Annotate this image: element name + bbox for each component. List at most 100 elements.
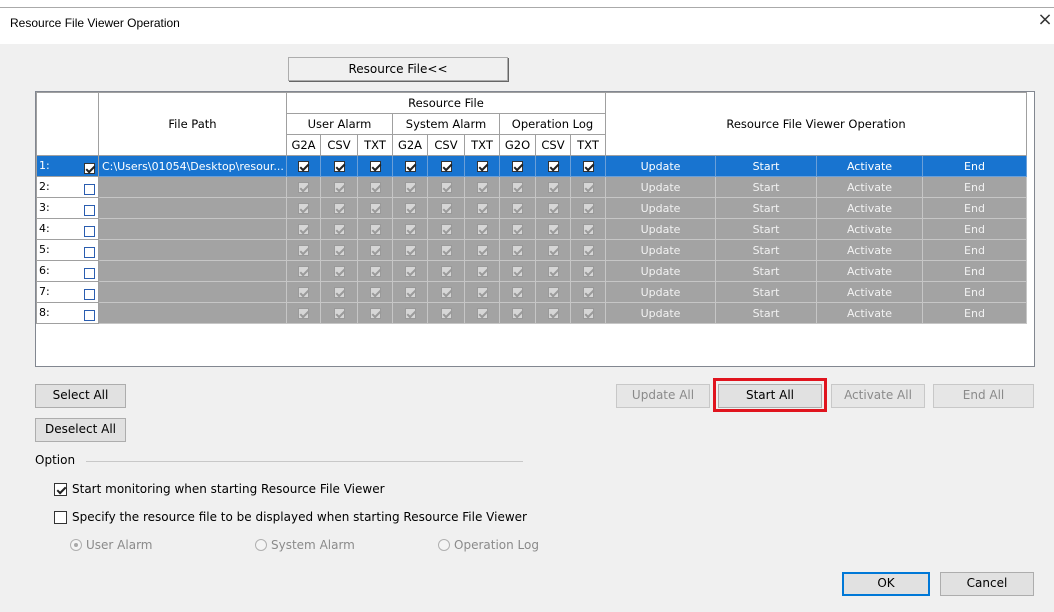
format-checkbox-checked-icon[interactable] [333, 287, 345, 298]
format-checkbox-checked-icon[interactable] [440, 287, 452, 298]
format-flag-cell[interactable] [499, 176, 536, 198]
file-path-cell[interactable]: C:\Users\01054\Desktop\resour... [98, 155, 287, 177]
format-flag-cell[interactable] [320, 176, 358, 198]
format-checkbox-checked-icon[interactable] [298, 245, 309, 256]
format-checkbox-checked-icon[interactable] [547, 287, 559, 298]
row-activate-button[interactable]: Activate [816, 281, 923, 303]
format-checkbox-checked-icon[interactable] [369, 266, 381, 277]
format-flag-cell[interactable] [570, 218, 606, 240]
format-checkbox-checked-icon[interactable] [404, 161, 416, 172]
select-all-button[interactable]: Select All [35, 384, 126, 408]
table-row[interactable]: 4: Update Start Activate End [36, 218, 1027, 240]
format-checkbox-checked-icon[interactable] [298, 224, 309, 235]
format-flag-cell[interactable] [464, 197, 500, 219]
format-checkbox-checked-icon[interactable] [547, 182, 559, 193]
row-select-cell[interactable]: 2: [36, 176, 99, 198]
radio-user-alarm[interactable]: User Alarm [70, 538, 152, 552]
format-checkbox-checked-icon[interactable] [440, 245, 452, 256]
format-flag-cell[interactable] [499, 260, 536, 282]
specify-resource-file-checkbox[interactable]: Specify the resource file to be displaye… [54, 510, 527, 524]
row-start-button[interactable]: Start [715, 218, 817, 240]
row-update-button[interactable]: Update [605, 302, 716, 324]
row-start-button[interactable]: Start [715, 239, 817, 261]
row-update-button[interactable]: Update [605, 218, 716, 240]
format-flag-cell[interactable] [286, 281, 321, 303]
deselect-all-button[interactable]: Deselect All [35, 418, 126, 442]
format-checkbox-checked-icon[interactable] [333, 308, 345, 319]
row-select-cell[interactable]: 8: [36, 302, 99, 324]
format-flag-cell[interactable] [286, 176, 321, 198]
format-flag-cell[interactable] [392, 176, 428, 198]
format-flag-cell[interactable] [357, 176, 393, 198]
format-checkbox-checked-icon[interactable] [369, 203, 381, 214]
format-flag-cell[interactable] [499, 281, 536, 303]
format-flag-cell[interactable] [499, 302, 536, 324]
table-row[interactable]: 2: Update Start Activate End [36, 176, 1027, 198]
row-activate-button[interactable]: Activate [816, 218, 923, 240]
row-start-button[interactable]: Start [715, 302, 817, 324]
format-checkbox-checked-icon[interactable] [547, 245, 559, 256]
table-row[interactable]: 5: Update Start Activate End [36, 239, 1027, 261]
row-checkbox-unchecked-icon[interactable] [84, 183, 95, 195]
format-checkbox-checked-icon[interactable] [512, 161, 523, 172]
row-end-button[interactable]: End [922, 302, 1027, 324]
format-flag-cell[interactable] [286, 155, 321, 177]
format-flag-cell[interactable] [357, 239, 393, 261]
row-select-cell[interactable]: 6: [36, 260, 99, 282]
format-flag-cell[interactable] [392, 281, 428, 303]
row-end-button[interactable]: End [922, 281, 1027, 303]
format-flag-cell[interactable] [392, 155, 428, 177]
row-start-button[interactable]: Start [715, 155, 817, 177]
row-start-button[interactable]: Start [715, 281, 817, 303]
file-path-cell[interactable] [98, 281, 287, 303]
format-checkbox-checked-icon[interactable] [476, 161, 488, 172]
format-flag-cell[interactable] [499, 197, 536, 219]
format-checkbox-checked-icon[interactable] [333, 266, 345, 277]
format-checkbox-checked-icon[interactable] [512, 224, 523, 235]
format-checkbox-checked-icon[interactable] [582, 224, 594, 235]
format-flag-cell[interactable] [320, 281, 358, 303]
format-checkbox-checked-icon[interactable] [476, 266, 488, 277]
row-end-button[interactable]: End [922, 260, 1027, 282]
format-checkbox-checked-icon[interactable] [333, 161, 345, 172]
format-flag-cell[interactable] [499, 239, 536, 261]
format-flag-cell[interactable] [392, 302, 428, 324]
format-flag-cell[interactable] [320, 260, 358, 282]
format-flag-cell[interactable] [570, 197, 606, 219]
row-checkbox-unchecked-icon[interactable] [84, 309, 95, 321]
format-checkbox-checked-icon[interactable] [512, 245, 523, 256]
row-select-cell[interactable]: 4: [36, 218, 99, 240]
row-activate-button[interactable]: Activate [816, 155, 923, 177]
format-flag-cell[interactable] [357, 281, 393, 303]
format-checkbox-checked-icon[interactable] [476, 224, 488, 235]
format-checkbox-checked-icon[interactable] [547, 203, 559, 214]
format-flag-cell[interactable] [320, 302, 358, 324]
format-flag-cell[interactable] [286, 260, 321, 282]
file-path-cell[interactable] [98, 218, 287, 240]
format-flag-cell[interactable] [535, 239, 571, 261]
resource-file-toggle-button[interactable]: Resource File<< [288, 57, 508, 81]
cancel-button[interactable]: Cancel [940, 572, 1034, 596]
row-update-button[interactable]: Update [605, 197, 716, 219]
start-all-button[interactable]: Start All [718, 384, 822, 408]
format-flag-cell[interactable] [427, 197, 465, 219]
format-checkbox-checked-icon[interactable] [476, 287, 488, 298]
format-checkbox-checked-icon[interactable] [298, 287, 309, 298]
row-select-cell[interactable]: 1: [36, 155, 99, 177]
file-path-cell[interactable] [98, 176, 287, 198]
format-flag-cell[interactable] [427, 260, 465, 282]
file-path-cell[interactable] [98, 239, 287, 261]
format-flag-cell[interactable] [357, 302, 393, 324]
format-checkbox-checked-icon[interactable] [298, 203, 309, 214]
file-path-cell[interactable] [98, 197, 287, 219]
format-checkbox-checked-icon[interactable] [582, 203, 594, 214]
format-flag-cell[interactable] [320, 155, 358, 177]
format-flag-cell[interactable] [570, 260, 606, 282]
format-checkbox-checked-icon[interactable] [404, 203, 416, 214]
format-flag-cell[interactable] [570, 281, 606, 303]
format-flag-cell[interactable] [286, 218, 321, 240]
format-flag-cell[interactable] [427, 239, 465, 261]
format-checkbox-checked-icon[interactable] [369, 182, 381, 193]
table-row[interactable]: 7: Update Start Activate End [36, 281, 1027, 303]
format-checkbox-checked-icon[interactable] [369, 224, 381, 235]
